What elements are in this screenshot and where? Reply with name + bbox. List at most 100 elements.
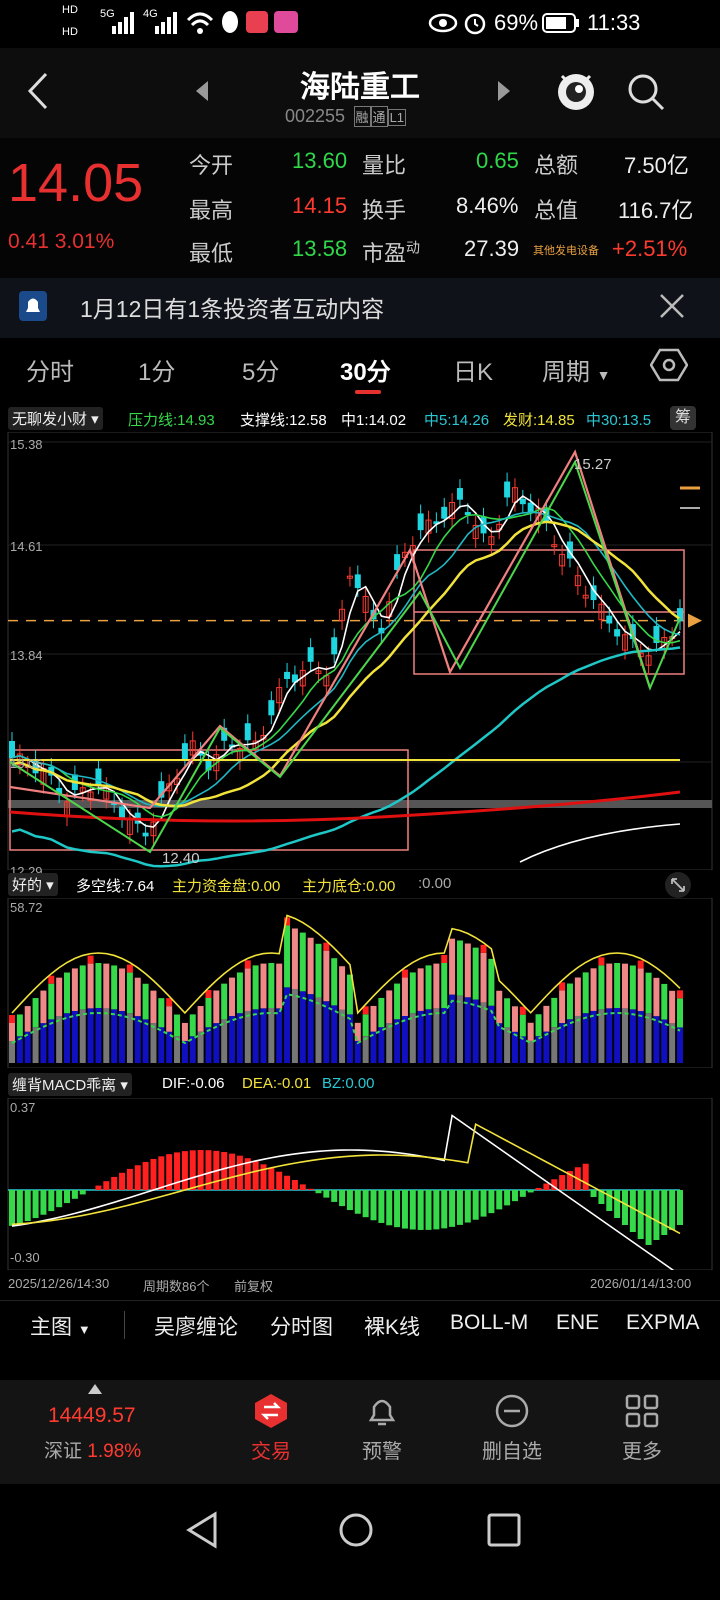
flow-bar: [307, 994, 314, 1063]
macd-bar: [370, 1190, 377, 1221]
nav-trade[interactable]: 交易: [231, 1392, 311, 1464]
flow-bar: [181, 1040, 188, 1063]
flow-bar: [511, 1031, 518, 1063]
flow-bar: [79, 1009, 86, 1063]
tab-30min[interactable]: 30分: [340, 352, 391, 387]
sector-change[interactable]: +2.51%: [612, 236, 687, 262]
tab-period[interactable]: 周期 ▼: [542, 352, 611, 387]
flow-bar-top: [441, 963, 448, 1009]
toolbar-main[interactable]: 主图 ▼: [30, 1311, 91, 1341]
nav-remove-watchlist[interactable]: 删自选: [472, 1392, 552, 1464]
search-icon[interactable]: [626, 72, 666, 112]
mascot-icon[interactable]: [554, 68, 598, 112]
sub1-ind-2: 主力底仓:0.00: [302, 878, 396, 895]
flow-bar-top: [24, 1006, 31, 1032]
minus-circle-icon: [495, 1394, 529, 1428]
macd-bar: [653, 1190, 660, 1240]
system-nav: [0, 1484, 720, 1600]
notice-text: 1月12日有1条投资者互动内容: [80, 296, 385, 322]
flow-bar-top: [299, 932, 306, 992]
macd-bar: [417, 1190, 424, 1230]
nav-home-icon[interactable]: [336, 1510, 376, 1550]
sub1-ind-0: 多空线:7.64: [76, 878, 155, 895]
y-label-top: 15.38: [10, 437, 43, 452]
index-row[interactable]: 深证 1.98%: [44, 1436, 141, 1463]
nav-more[interactable]: 更多: [602, 1392, 682, 1464]
ind-support: 支撑线:12.58: [240, 412, 327, 429]
macd-bar: [119, 1172, 126, 1190]
sector-name[interactable]: 其他发电设备: [533, 242, 599, 258]
toolbar-item-2[interactable]: 分时图: [270, 1311, 333, 1341]
candle-body: [181, 743, 188, 760]
flow-bar: [95, 1008, 102, 1063]
flow-bar-top: [40, 990, 47, 1024]
flow-bar-top: [669, 990, 676, 1024]
macd-bar: [64, 1190, 71, 1204]
flow-bar-red: [637, 960, 644, 969]
macd-bar: [511, 1190, 518, 1202]
flow-bar-top: [629, 965, 636, 1010]
main-indicator-selector[interactable]: 无聊发小财 ▾: [8, 407, 103, 430]
macd-bar: [79, 1190, 86, 1195]
tab-1min[interactable]: 1分: [138, 352, 175, 387]
toolbar-item-5[interactable]: ENE: [556, 1311, 599, 1335]
notice-bar[interactable]: 1月12日有1条投资者互动内容: [0, 278, 720, 338]
capital-flow-chart[interactable]: [0, 898, 720, 1068]
toolbar-item-1[interactable]: 吴廖缠论: [154, 1311, 238, 1341]
high-marker: 15.27: [574, 456, 612, 473]
flow-bar-top: [661, 983, 668, 1020]
flow-bar: [566, 1019, 573, 1063]
macd-bar: [504, 1190, 511, 1206]
macd-bar: [9, 1190, 15, 1226]
flow-bar-top: [111, 965, 118, 1010]
nav-alert[interactable]: 预警: [342, 1392, 422, 1464]
flow-bar: [582, 1013, 589, 1063]
stock-title: 海陆重工: [300, 71, 420, 104]
index-value[interactable]: 14449.57: [48, 1404, 136, 1428]
tab-timeshare[interactable]: 分时: [26, 352, 74, 387]
toolbar-item-3[interactable]: 裸K线: [364, 1311, 420, 1341]
nav-recents-icon[interactable]: [486, 1512, 522, 1548]
flow-bar: [87, 1008, 94, 1063]
close-icon[interactable]: [658, 292, 686, 320]
low-marker: 12.40: [162, 850, 200, 867]
flow-bar-top: [236, 972, 243, 1014]
flow-bar-top: [598, 965, 605, 1010]
settings-icon[interactable]: [650, 346, 688, 384]
kline-chart[interactable]: [0, 432, 720, 870]
toolbar-item-6[interactable]: EXPMA: [626, 1311, 700, 1335]
flow-bar: [417, 1010, 424, 1063]
flow-bar-top: [488, 958, 495, 1006]
flow-bar: [16, 1036, 23, 1063]
flow-bar-top: [645, 972, 652, 1014]
flow-bar-red: [677, 990, 683, 999]
next-stock-icon[interactable]: [496, 81, 510, 101]
sub1-selector[interactable]: 好的 ▾: [8, 873, 58, 896]
tab-daily[interactable]: 日K: [453, 352, 493, 387]
expand-icon[interactable]: [664, 871, 692, 899]
flow-bar-top: [496, 990, 503, 1024]
flow-bar: [64, 1013, 71, 1063]
candle-body: [464, 512, 471, 516]
flow-bar-top: [433, 963, 440, 1009]
flow-bar-top: [213, 990, 220, 1024]
candle-body: [527, 502, 534, 513]
chip-button[interactable]: 筹: [670, 406, 696, 430]
flow-bar: [339, 1009, 346, 1063]
nav-back-icon[interactable]: [185, 1510, 221, 1550]
flow-bar-red: [598, 957, 605, 966]
toolbar-item-4[interactable]: BOLL-M: [450, 1311, 528, 1335]
sub2-indicator-row: 缠背MACD乖离 ▾ DIF:-0.06 DEA:-0.01 BZ:0.00: [6, 1072, 720, 1098]
ind-mid30: 中30:13.5: [586, 412, 652, 429]
x-adjust[interactable]: 前复权: [234, 1276, 273, 1295]
ma-teal: [11, 646, 681, 868]
flow-bar: [669, 1023, 676, 1063]
sub2-selector[interactable]: 缠背MACD乖离 ▾: [8, 1073, 132, 1096]
amount-value: 7.50亿: [624, 153, 689, 178]
flow-bar-top: [134, 977, 141, 1017]
tab-5min[interactable]: 5分: [242, 352, 279, 387]
flow-bar: [111, 1009, 118, 1063]
flow-bar-top: [590, 968, 597, 1011]
macd-chart[interactable]: [0, 1098, 720, 1270]
macd-bar: [126, 1168, 133, 1190]
